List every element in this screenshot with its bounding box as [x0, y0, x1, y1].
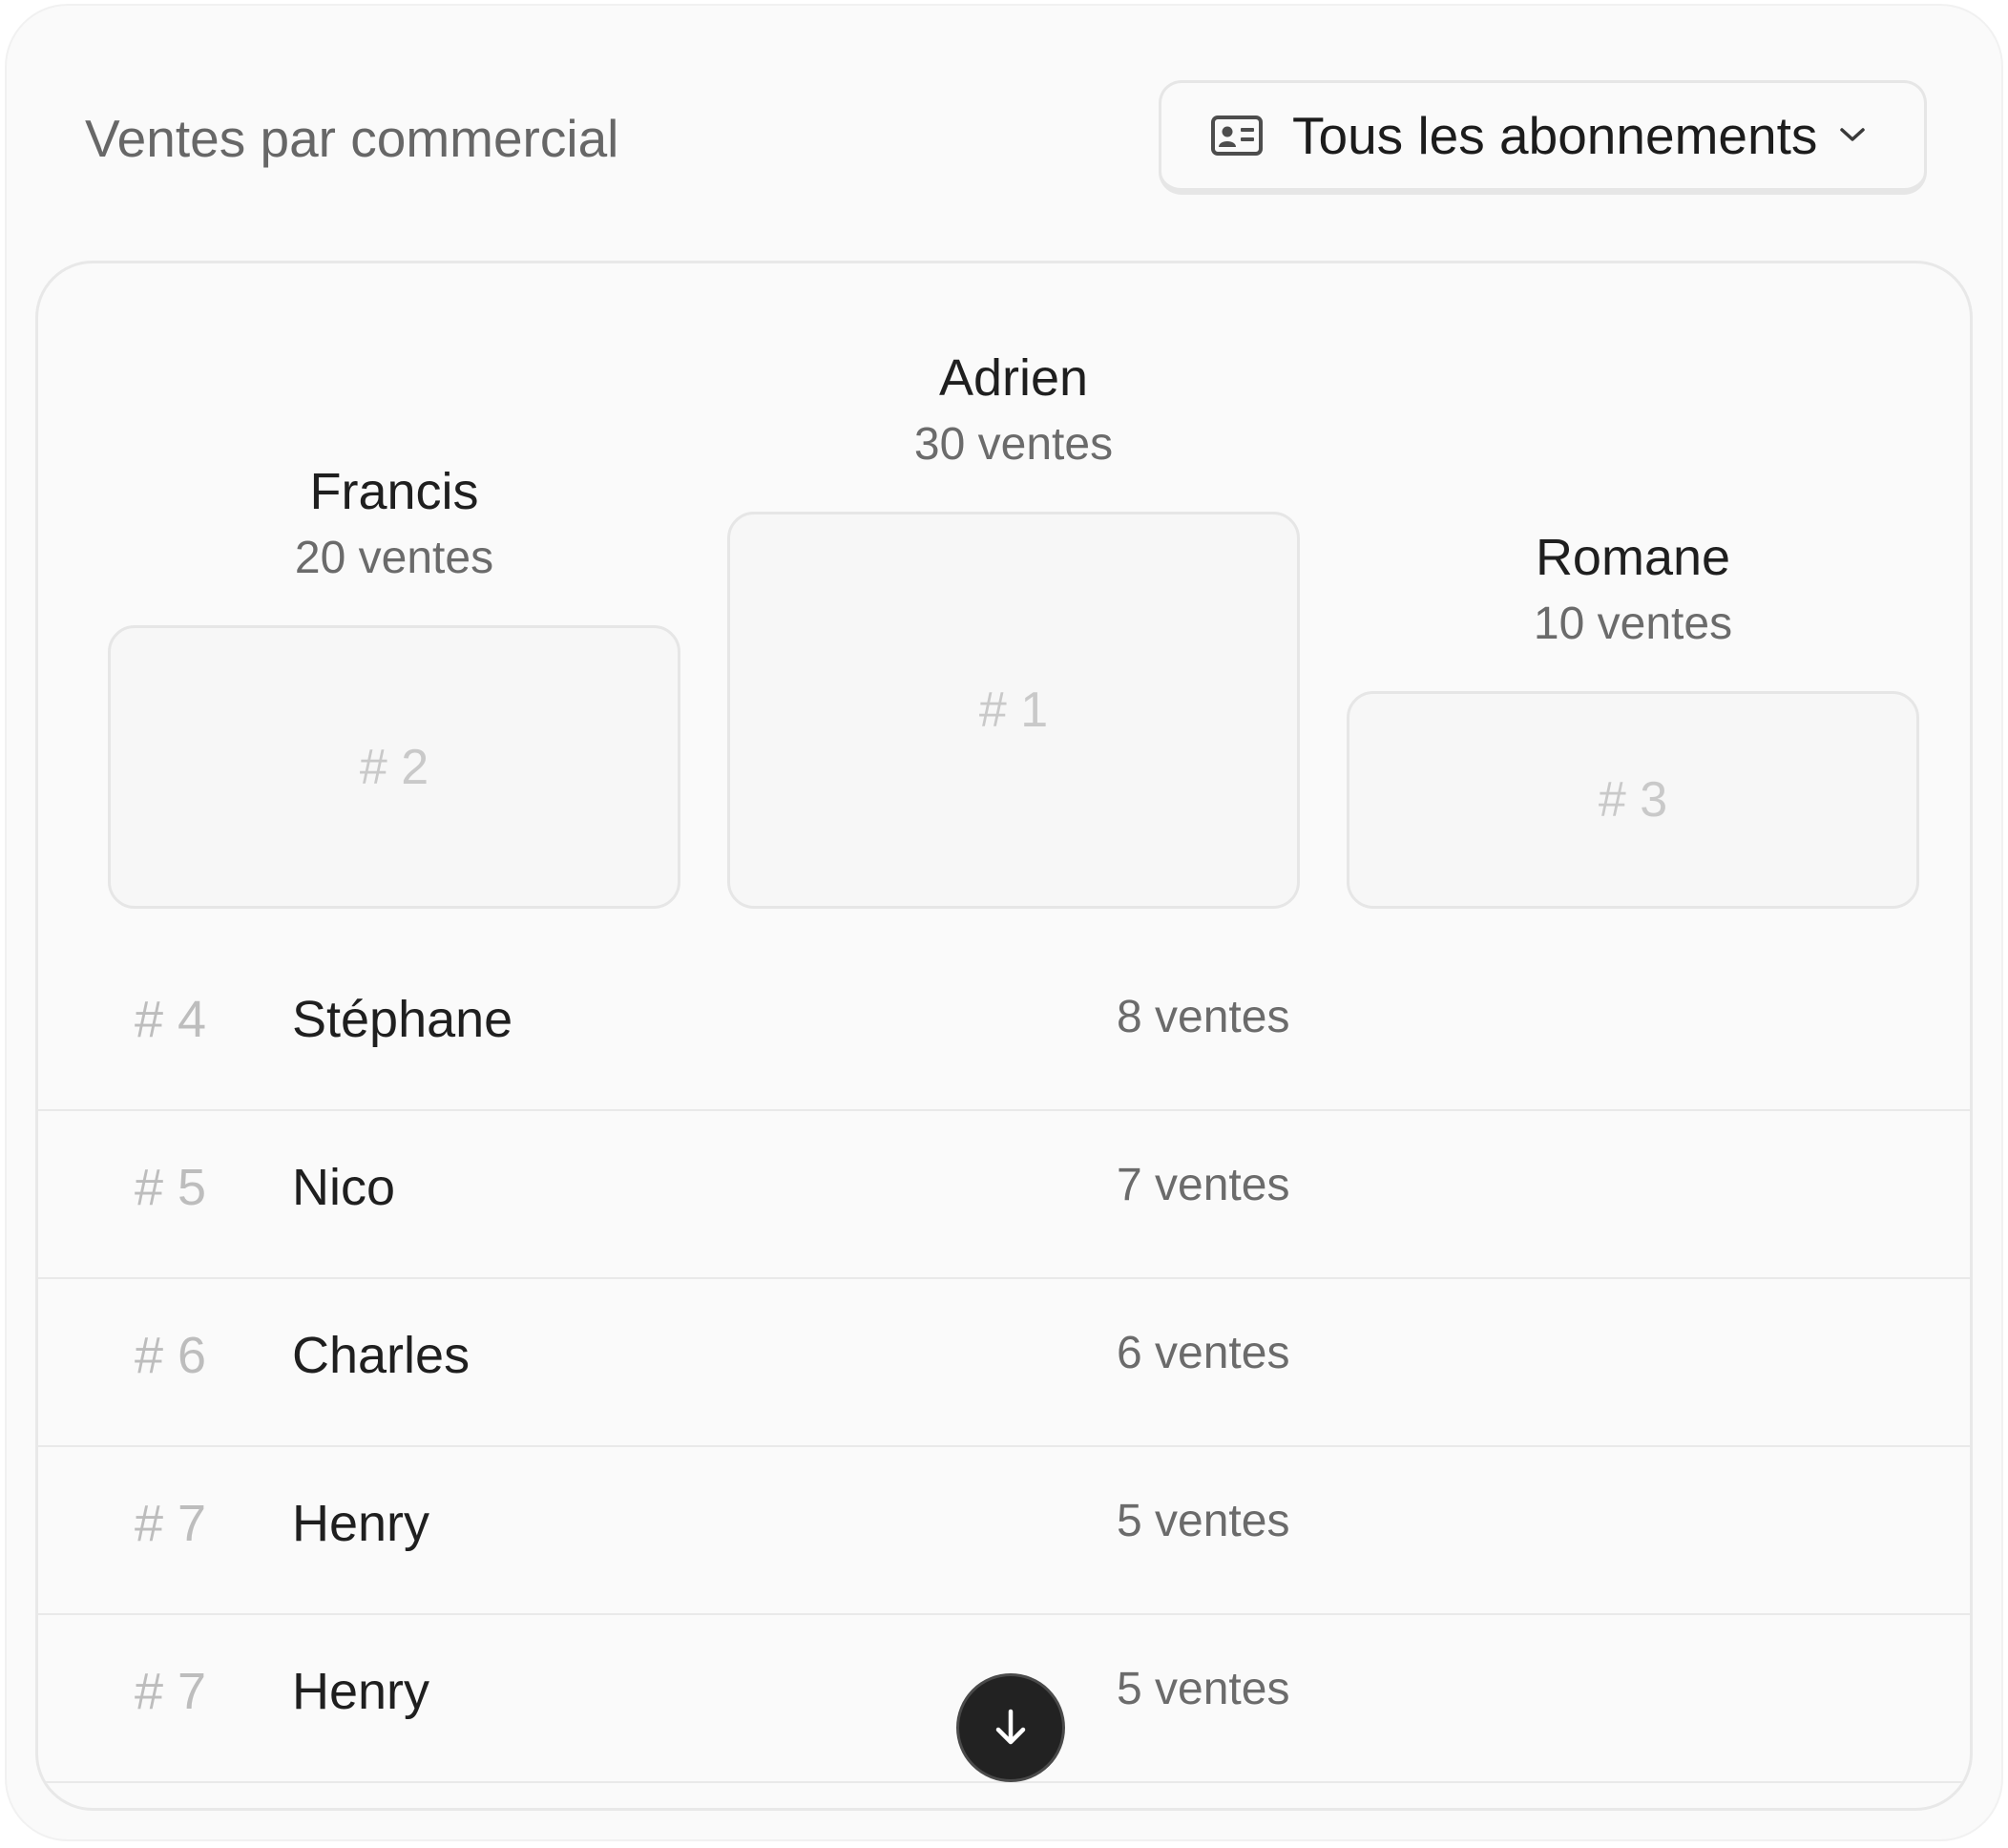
podium-first-name: Adrien — [938, 349, 1089, 407]
ranking-row-name: Stéphane — [292, 991, 513, 1048]
ranking-row: # 5 Nico 7 ventes — [38, 1111, 1970, 1279]
card-title: Ventes par commercial — [85, 109, 619, 168]
leaderboard-panel: Francis 20 ventes # 2 Adrien 30 ventes #… — [35, 261, 1973, 1811]
podium-second-sales: 20 ventes — [294, 533, 494, 583]
podium-third: Romane 10 ventes # 3 — [1347, 524, 1919, 909]
ranking-row-name: Henry — [292, 1663, 430, 1720]
podium-third-sales: 10 ventes — [1533, 598, 1733, 649]
ranking-row: # 6 Charles 6 ventes — [38, 1279, 1970, 1447]
sales-by-rep-card: Ventes par commercial Tous les abonnemen… — [7, 6, 2001, 1839]
subscription-filter-label: Tous les abonnements — [1292, 106, 1818, 165]
podium-first-block: # 1 — [727, 512, 1300, 909]
podium-third-block: # 3 — [1347, 691, 1919, 909]
ranking-row-name: Henry — [292, 1495, 430, 1552]
ranking-row-sales: 5 ventes — [1117, 1496, 1290, 1546]
ranking-row-rank: # 7 — [135, 1663, 207, 1720]
ranking-row-sales: 7 ventes — [1117, 1160, 1290, 1210]
ranking-row-sales: 6 ventes — [1117, 1328, 1290, 1378]
podium-third-name: Romane — [1535, 529, 1731, 586]
chevron-down-icon — [1840, 128, 1865, 141]
podium-first: Adrien 30 ventes # 1 — [727, 345, 1300, 909]
ranking-row-sales: 8 ventes — [1117, 992, 1290, 1042]
scroll-down-button[interactable] — [956, 1673, 1065, 1782]
podium-third-rank: # 3 — [1598, 772, 1668, 828]
ranking-row-name: Nico — [292, 1159, 396, 1216]
podium-second: Francis 20 ventes # 2 — [108, 458, 680, 909]
arrow-down-icon — [995, 1709, 1026, 1745]
podium-second-name: Francis — [309, 463, 479, 520]
podium-first-rank: # 1 — [978, 682, 1049, 738]
ranking-row-sales: 5 ventes — [1117, 1664, 1290, 1714]
podium-first-sales: 30 ventes — [913, 419, 1114, 470]
ranking-row-rank: # 7 — [135, 1495, 207, 1552]
ranking-row: # 4 Stéphane 8 ventes — [38, 943, 1970, 1111]
ranking-row-rank: # 6 — [135, 1327, 207, 1384]
ranking-row-name: Charles — [292, 1327, 471, 1384]
id-card-icon — [1211, 116, 1263, 156]
podium-second-block: # 2 — [108, 625, 680, 909]
ranking-row-rank: # 4 — [135, 991, 207, 1048]
subscription-filter-dropdown[interactable]: Tous les abonnements — [1159, 80, 1927, 195]
ranking-row: # 7 Henry 5 ventes — [38, 1447, 1970, 1615]
podium-second-rank: # 2 — [359, 739, 429, 795]
ranking-row-rank: # 5 — [135, 1159, 207, 1216]
